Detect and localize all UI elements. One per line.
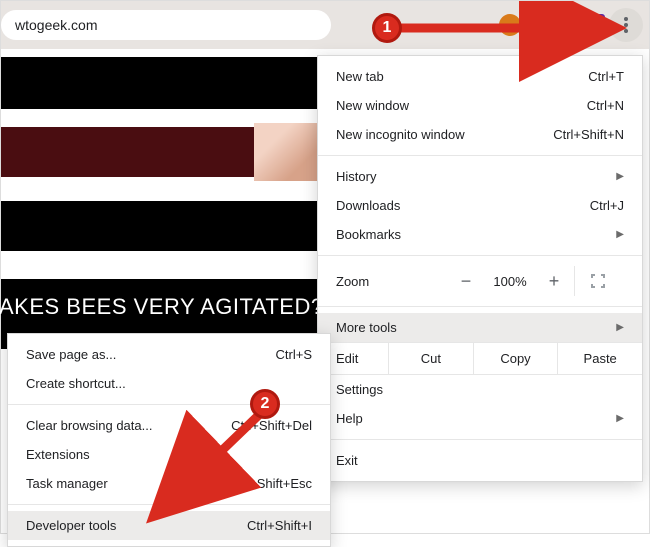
menu-separator (318, 255, 642, 256)
chevron-right-icon: ▶ (616, 413, 624, 424)
menu-shortcut: Ctrl+Shift+N (553, 127, 624, 142)
menu-shortcut: Ctrl+Shift+I (247, 518, 312, 533)
submenu-save-page[interactable]: Save page as... Ctrl+S (8, 340, 330, 369)
menu-downloads[interactable]: Downloads Ctrl+J (318, 191, 642, 220)
kebab-menu-button[interactable] (609, 8, 643, 42)
chevron-right-icon: ▶ (616, 229, 624, 240)
menu-label: Clear browsing data... (26, 418, 152, 433)
menu-more-tools[interactable]: More tools ▶ (318, 313, 642, 342)
menu-zoom-row: Zoom − 100% + (318, 262, 642, 300)
extension-icon[interactable] (527, 14, 549, 36)
submenu-developer-tools[interactable]: Developer tools Ctrl+Shift+I (8, 511, 330, 540)
menu-shortcut: Ctrl+S (276, 347, 312, 362)
fullscreen-button[interactable] (574, 266, 620, 296)
submenu-task-manager[interactable]: Task manager Shift+Esc (8, 469, 330, 498)
menu-label: History (336, 169, 376, 184)
chevron-right-icon: ▶ (616, 322, 624, 333)
zoom-out-button[interactable]: − (446, 271, 486, 292)
fullscreen-icon (591, 274, 605, 288)
menu-label: New incognito window (336, 127, 465, 142)
edit-cut-button[interactable]: Cut (388, 343, 473, 374)
menu-separator (318, 155, 642, 156)
page-content: AKES BEES VERY AGITATED? (1, 49, 331, 363)
more-tools-submenu: Save page as... Ctrl+S Create shortcut..… (7, 333, 331, 547)
edit-copy-button[interactable]: Copy (473, 343, 558, 374)
submenu-create-shortcut[interactable]: Create shortcut... (8, 369, 330, 398)
menu-history[interactable]: History ▶ (318, 162, 642, 191)
page-headline: AKES BEES VERY AGITATED? (0, 294, 324, 320)
menu-new-window[interactable]: New window Ctrl+N (318, 91, 642, 120)
menu-label: Exit (336, 453, 358, 468)
more-vert-icon (624, 17, 628, 33)
chrome-main-menu: New tab Ctrl+T New window Ctrl+N New inc… (317, 55, 643, 482)
menu-label: New window (336, 98, 409, 113)
menu-shortcut: Ctrl+N (587, 98, 624, 113)
browser-toolbar: wtogeek.com 8 (1, 1, 649, 49)
menu-exit[interactable]: Exit (318, 446, 642, 475)
extension-badge-icon[interactable]: 8 (583, 14, 605, 36)
menu-separator (318, 306, 642, 307)
menu-label: Extensions (26, 447, 90, 462)
menu-label: Downloads (336, 198, 400, 213)
menu-label: Settings (336, 382, 383, 397)
omnibox[interactable]: wtogeek.com (1, 10, 331, 40)
menu-label: Help (336, 411, 363, 426)
page-stripe (1, 57, 331, 109)
zoom-value: 100% (486, 274, 534, 289)
menu-shortcut: Ctrl+T (588, 69, 624, 84)
menu-label: Save page as... (26, 347, 116, 362)
menu-help[interactable]: Help ▶ (318, 404, 642, 433)
menu-label: Developer tools (26, 518, 116, 533)
menu-shortcut: Ctrl+Shift+Del (231, 418, 312, 433)
menu-label: Bookmarks (336, 227, 401, 242)
edit-paste-button[interactable]: Paste (557, 343, 642, 374)
menu-separator (8, 504, 330, 505)
menu-separator (8, 404, 330, 405)
menu-label: Zoom (336, 274, 446, 289)
menu-new-incognito[interactable]: New incognito window Ctrl+Shift+N (318, 120, 642, 149)
menu-bookmarks[interactable]: Bookmarks ▶ (318, 220, 642, 249)
submenu-extensions[interactable]: Extensions (8, 440, 330, 469)
extension-icons: 8 (499, 14, 605, 36)
annotation-badge-1: 1 (372, 13, 402, 43)
menu-edit-row: Edit Cut Copy Paste (318, 342, 642, 375)
annotation-badge-2: 2 (250, 389, 280, 419)
menu-label: Task manager (26, 476, 108, 491)
chevron-right-icon: ▶ (616, 171, 624, 182)
page-stripe (1, 201, 331, 251)
menu-label: New tab (336, 69, 384, 84)
menu-settings[interactable]: Settings (318, 375, 642, 404)
menu-shortcut: Ctrl+J (590, 198, 624, 213)
menu-new-tab[interactable]: New tab Ctrl+T (318, 62, 642, 91)
menu-label: Create shortcut... (26, 376, 126, 391)
submenu-clear-browsing-data[interactable]: Clear browsing data... Ctrl+Shift+Del (8, 411, 330, 440)
menu-label: More tools (336, 320, 397, 335)
url-text: wtogeek.com (15, 17, 97, 33)
zoom-in-button[interactable]: + (534, 271, 574, 292)
menu-separator (318, 439, 642, 440)
extension-icon[interactable] (555, 14, 577, 36)
menu-shortcut: Shift+Esc (257, 476, 312, 491)
extension-icon[interactable] (499, 14, 521, 36)
